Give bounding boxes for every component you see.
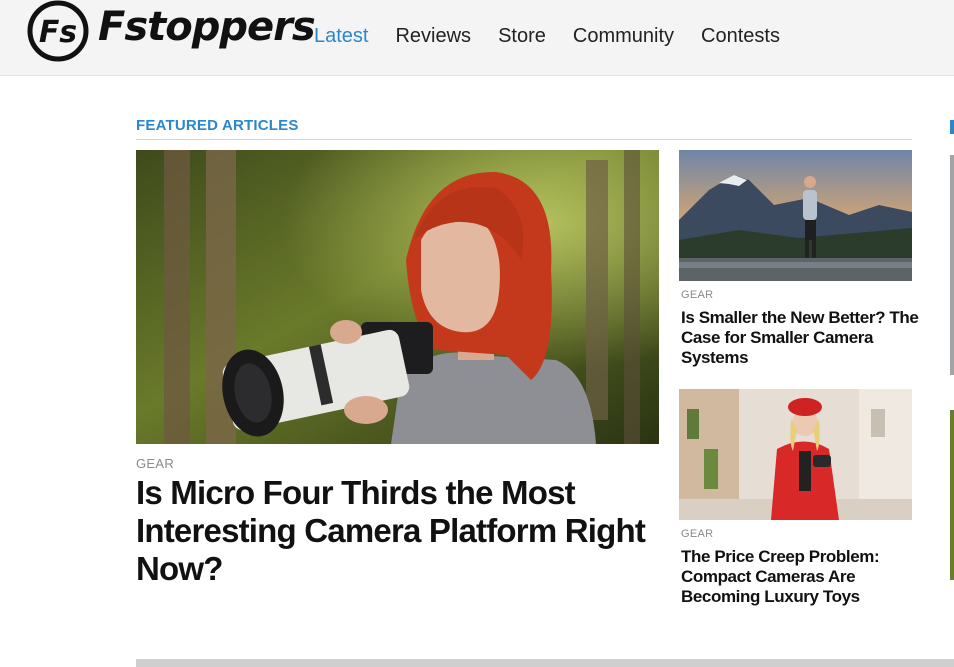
hero-article-image[interactable] bbox=[136, 150, 659, 444]
hero-photo bbox=[136, 150, 659, 444]
mountain-photo bbox=[679, 150, 912, 281]
site-logo[interactable]: Fs Fstoppers bbox=[26, 0, 316, 62]
main-nav: Latest Reviews Store Community Contests bbox=[314, 22, 807, 50]
nav-store[interactable]: Store bbox=[498, 22, 546, 50]
street-photo bbox=[679, 389, 912, 520]
hero-article-title[interactable]: Is Micro Four Thirds the Most Interestin… bbox=[136, 474, 666, 588]
hero-category[interactable]: GEAR bbox=[136, 456, 174, 471]
logo-wordmark: Fstoppers bbox=[98, 4, 316, 50]
section-divider bbox=[136, 139, 912, 140]
nav-contests[interactable]: Contests bbox=[701, 22, 780, 50]
side-article-1-image[interactable] bbox=[679, 150, 912, 281]
nav-community[interactable]: Community bbox=[573, 22, 674, 50]
side-article-2-title[interactable]: The Price Creep Problem: Compact Cameras… bbox=[681, 547, 921, 607]
side-article-2-category[interactable]: GEAR bbox=[681, 528, 713, 540]
side-article-2-image[interactable] bbox=[679, 389, 912, 520]
featured-section-title: FEATURED ARTICLES bbox=[136, 117, 299, 134]
svg-text:Fs: Fs bbox=[39, 15, 77, 50]
edge-sidebar-title-fragment bbox=[950, 120, 954, 134]
side-article-1-category[interactable]: GEAR bbox=[681, 289, 713, 301]
edge-sidebar-image-fragment bbox=[950, 155, 954, 375]
nav-reviews[interactable]: Reviews bbox=[395, 22, 471, 50]
edge-sidebar-image-fragment-2 bbox=[950, 410, 954, 580]
site-header: Fs Fstoppers Latest Reviews Store Commun… bbox=[0, 0, 954, 76]
fs-logo-mark: Fs bbox=[27, 0, 89, 62]
nav-latest[interactable]: Latest bbox=[314, 22, 368, 50]
section-bottom-bar bbox=[136, 659, 954, 667]
side-article-1-title[interactable]: Is Smaller the New Better? The Case for … bbox=[681, 308, 921, 368]
